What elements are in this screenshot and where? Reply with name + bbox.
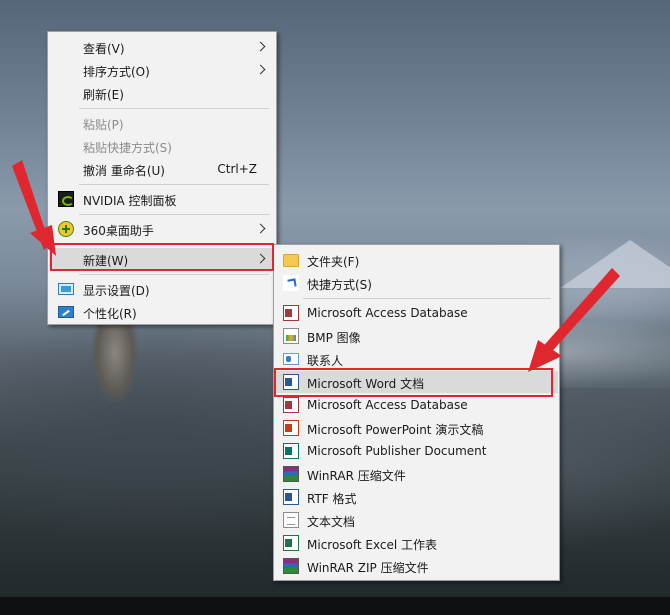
menu-separator (303, 298, 551, 299)
new-submenu: 文件夹(F) 快捷方式(S) Microsoft Access Database… (273, 244, 560, 581)
personalize-icon (58, 306, 74, 318)
menu-item-label: 粘贴(P) (83, 118, 124, 132)
menu-item-personalize[interactable]: 个性化(R) (49, 301, 275, 323)
submenu-item-text-document[interactable]: 文本文档 (275, 509, 558, 531)
menu-item-label: 查看(V) (83, 42, 125, 56)
submenu-item-publisher[interactable]: Microsoft Publisher Document (275, 440, 558, 462)
submenu-item-folder[interactable]: 文件夹(F) (275, 249, 558, 271)
submenu-item-rtf[interactable]: RTF 格式 (275, 486, 558, 508)
submenu-item-access-database[interactable]: Microsoft Access Database (275, 302, 558, 324)
desktop-context-menu: 查看(V) 排序方式(O) 刷新(E) 粘贴(P) 粘贴快捷方式(S) 撤消 重… (47, 31, 277, 325)
menu-item-new[interactable]: 新建(W) (49, 248, 275, 270)
menu-item-label: NVIDIA 控制面板 (83, 194, 177, 208)
submenu-item-contact[interactable]: 联系人 (275, 348, 558, 370)
menu-item-display-settings[interactable]: 显示设置(D) (49, 278, 275, 300)
submenu-item-powerpoint[interactable]: Microsoft PowerPoint 演示文稿 (275, 417, 558, 439)
submenu-item-label: Microsoft Access Database (307, 306, 468, 320)
chevron-right-icon (255, 253, 266, 264)
text-document-icon (283, 512, 299, 528)
menu-item-label: 显示设置(D) (83, 284, 150, 298)
submenu-item-label: Microsoft Access Database (307, 398, 468, 412)
chevron-right-icon (255, 64, 266, 75)
chevron-right-icon (255, 41, 266, 52)
menu-separator (79, 108, 269, 109)
submenu-item-winrar-zip[interactable]: WinRAR ZIP 压缩文件 (275, 555, 558, 577)
menu-separator (79, 274, 269, 275)
submenu-item-winrar[interactable]: WinRAR 压缩文件 (275, 463, 558, 485)
publisher-icon (283, 443, 299, 459)
wallpaper-wolf (92, 318, 138, 403)
menu-item-label: 刷新(E) (83, 88, 124, 102)
submenu-item-label: Microsoft Word 文档 (307, 377, 425, 391)
menu-item-paste: 粘贴(P) (49, 112, 275, 134)
winrar-zip-icon (283, 558, 299, 574)
menu-item-shortcut: Ctrl+Z (217, 162, 257, 176)
menu-item-label: 排序方式(O) (83, 65, 150, 79)
access-icon (283, 305, 299, 321)
menu-item-nvidia-control-panel[interactable]: NVIDIA 控制面板 (49, 188, 275, 210)
submenu-item-bmp-image[interactable]: BMP 图像 (275, 325, 558, 347)
submenu-item-label: Microsoft Publisher Document (307, 444, 487, 458)
menu-item-view[interactable]: 查看(V) (49, 36, 275, 58)
submenu-item-label: WinRAR ZIP 压缩文件 (307, 561, 429, 575)
submenu-item-label: 快捷方式(S) (307, 278, 372, 292)
submenu-item-shortcut[interactable]: 快捷方式(S) (275, 272, 558, 294)
menu-item-undo-rename[interactable]: 撤消 重命名(U) Ctrl+Z (49, 158, 275, 180)
submenu-item-label: BMP 图像 (307, 331, 361, 345)
display-settings-icon (58, 283, 74, 295)
submenu-item-label: 文本文档 (307, 515, 356, 529)
menu-item-refresh[interactable]: 刷新(E) (49, 82, 275, 104)
folder-icon (283, 254, 299, 267)
shortcut-icon (283, 275, 299, 291)
rtf-icon (283, 489, 299, 505)
submenu-item-access-database-2[interactable]: Microsoft Access Database (275, 394, 558, 416)
menu-item-sort-by[interactable]: 排序方式(O) (49, 59, 275, 81)
menu-separator (79, 184, 269, 185)
menu-item-label: 新建(W) (83, 254, 129, 268)
menu-item-360-desktop-assistant[interactable]: 360桌面助手 (49, 218, 275, 240)
submenu-item-excel[interactable]: Microsoft Excel 工作表 (275, 532, 558, 554)
powerpoint-icon (283, 420, 299, 436)
menu-item-label: 个性化(R) (83, 307, 137, 321)
submenu-item-word-document[interactable]: Microsoft Word 文档 (275, 371, 558, 393)
menu-item-label: 360桌面助手 (83, 224, 154, 238)
bmp-icon (283, 328, 299, 344)
word-icon (283, 374, 299, 390)
360-icon (58, 221, 74, 237)
menu-item-paste-shortcut: 粘贴快捷方式(S) (49, 135, 275, 157)
wallpaper-mountain-peak (560, 240, 670, 288)
submenu-item-label: 联系人 (307, 354, 344, 368)
taskbar[interactable] (0, 597, 670, 615)
submenu-item-label: Microsoft PowerPoint 演示文稿 (307, 423, 484, 437)
submenu-item-label: 文件夹(F) (307, 255, 360, 269)
access-icon (283, 397, 299, 413)
menu-separator (79, 214, 269, 215)
menu-item-label: 撤消 重命名(U) (83, 164, 165, 178)
chevron-right-icon (255, 223, 266, 234)
winrar-icon (283, 466, 299, 482)
excel-icon (283, 535, 299, 551)
contact-icon (283, 353, 299, 365)
submenu-item-label: Microsoft Excel 工作表 (307, 538, 438, 552)
menu-item-label: 粘贴快捷方式(S) (83, 141, 172, 155)
nvidia-icon (58, 191, 74, 207)
submenu-item-label: WinRAR 压缩文件 (307, 469, 406, 483)
submenu-item-label: RTF 格式 (307, 492, 357, 506)
